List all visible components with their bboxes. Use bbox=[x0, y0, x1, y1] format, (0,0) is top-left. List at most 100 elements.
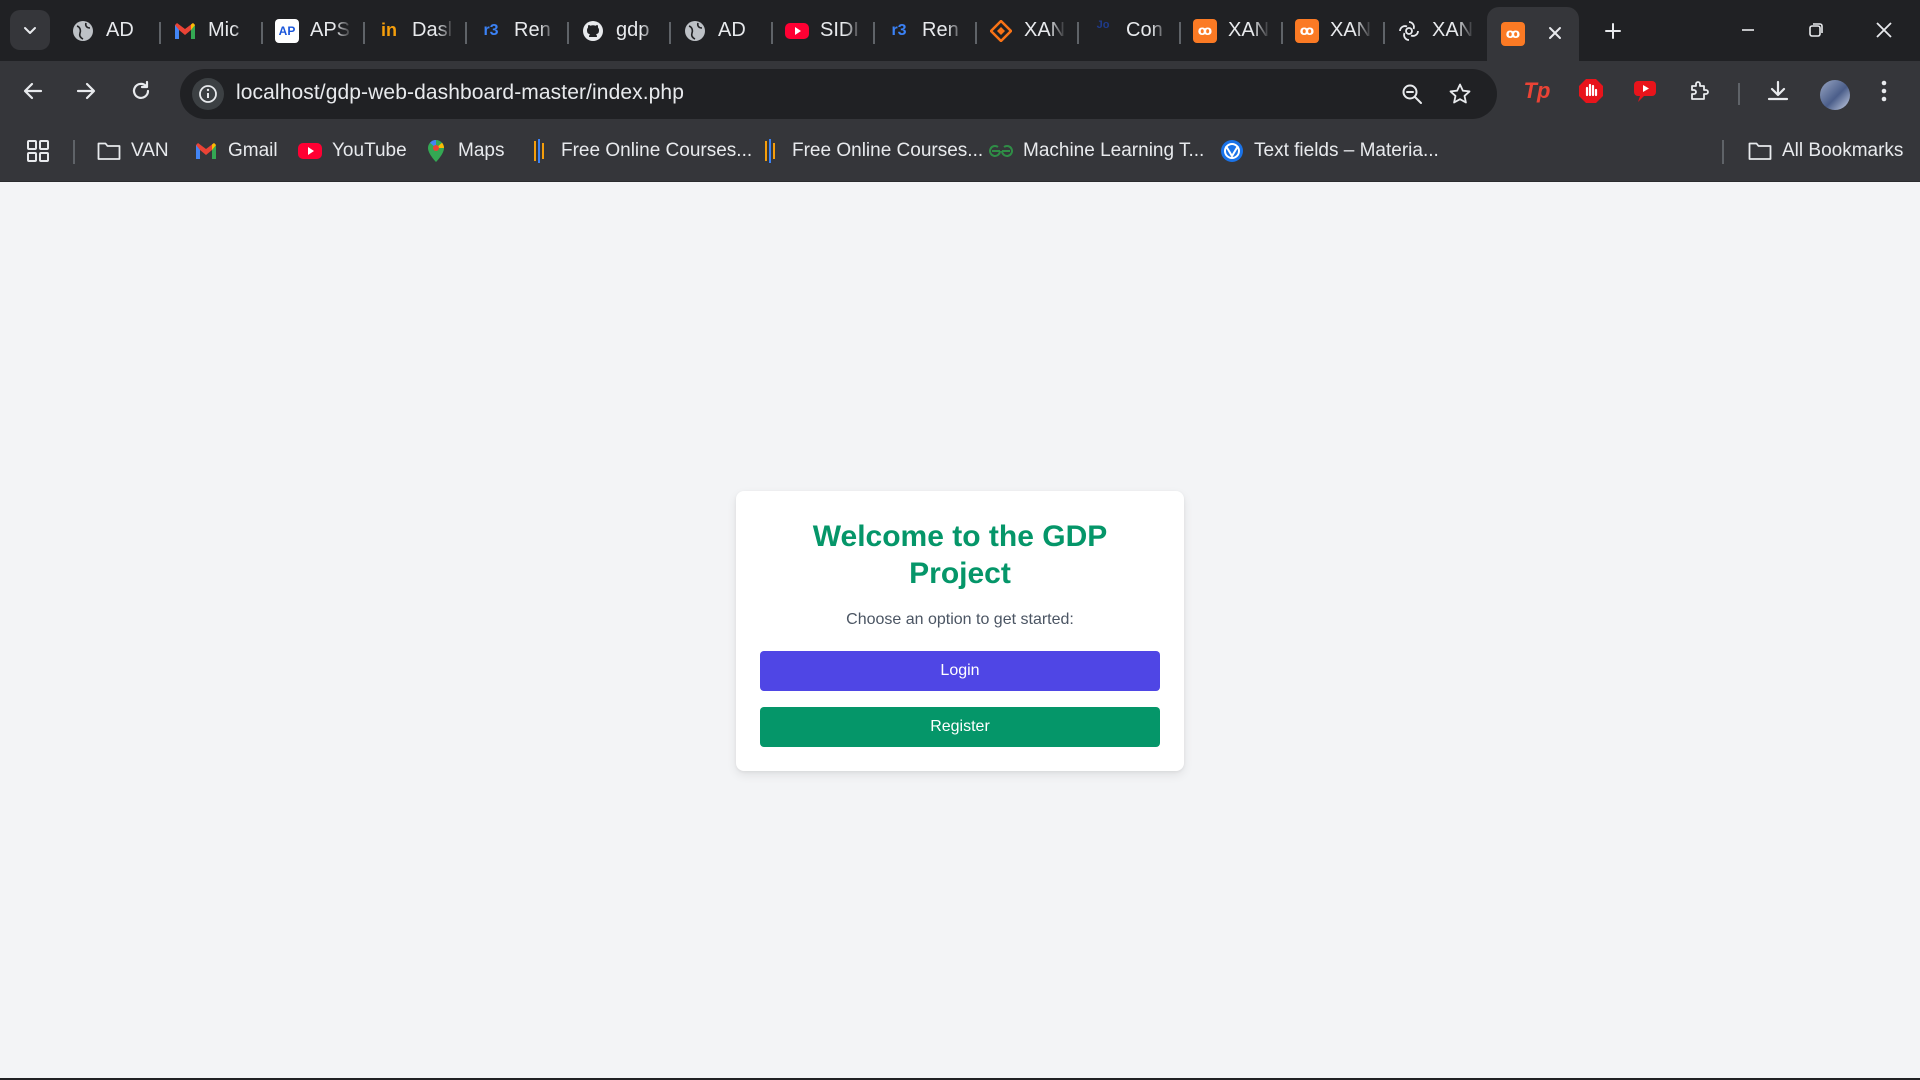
jira-icon: Jo bbox=[1096, 18, 1110, 31]
site-info-icon[interactable] bbox=[192, 78, 224, 110]
bookmark-label: Free Online Courses... bbox=[561, 140, 753, 161]
dashboard-icon: in bbox=[381, 20, 397, 40]
page-title: Welcome to the GDP Project bbox=[812, 520, 1108, 590]
github-icon bbox=[581, 19, 605, 43]
tab[interactable]: r3 Ren bbox=[467, 7, 569, 54]
tab-title: gdp bbox=[616, 19, 650, 41]
bookmark-item[interactable]: Gmail bbox=[194, 135, 278, 167]
tab-strip: AD Mic AP APS in Dasl r3 Ren gdp AD SIDI bbox=[0, 0, 1920, 61]
tab[interactable]: Mic bbox=[161, 7, 263, 54]
xampp-icon: ꝏ bbox=[1193, 18, 1217, 43]
tab[interactable]: ꝏ XAN bbox=[1181, 7, 1283, 54]
all-bookmarks-button[interactable]: All Bookmarks bbox=[1748, 135, 1903, 167]
bookmark-label: Gmail bbox=[228, 140, 278, 161]
openai-icon bbox=[1397, 19, 1421, 43]
bookmark-item[interactable]: Free Online Courses... bbox=[527, 135, 752, 167]
tab-title: AD bbox=[718, 19, 746, 41]
xampp-diamond-icon bbox=[989, 19, 1013, 43]
more-menu-icon[interactable] bbox=[1868, 75, 1900, 107]
bookmark-item[interactable]: Text fields – Materia... bbox=[1220, 135, 1439, 167]
adblock-extension-icon[interactable] bbox=[1575, 75, 1607, 107]
login-button[interactable]: Login bbox=[760, 651, 1160, 691]
youtube-extension-icon[interactable] bbox=[1630, 75, 1662, 107]
folder-icon bbox=[1748, 139, 1772, 163]
bookmark-label: YouTube bbox=[332, 140, 407, 161]
courses-icon bbox=[758, 139, 782, 163]
bookmarks-divider bbox=[1722, 140, 1724, 164]
apps-grid-icon bbox=[27, 140, 49, 162]
tp-extension-icon[interactable]: Tp bbox=[1521, 75, 1553, 107]
forward-button[interactable] bbox=[66, 71, 106, 111]
tab[interactable]: r3 Ren bbox=[875, 7, 977, 54]
bookmarks-divider bbox=[73, 140, 75, 164]
tab-title: Mic bbox=[208, 19, 240, 41]
welcome-card: Welcome to the GDP Project Choose an opt… bbox=[736, 491, 1184, 771]
page-subtitle: Choose an option to get started: bbox=[846, 611, 1074, 628]
bookmark-label: Maps bbox=[458, 140, 505, 161]
arrow-right-icon bbox=[76, 82, 96, 100]
back-button[interactable] bbox=[13, 71, 53, 111]
render-icon: r3 bbox=[483, 21, 499, 39]
register-button[interactable]: Register bbox=[760, 707, 1160, 747]
toolbar-divider bbox=[1738, 83, 1740, 105]
youtube-icon bbox=[785, 19, 809, 43]
plus-icon bbox=[1605, 23, 1621, 39]
arrow-left-icon bbox=[23, 82, 43, 100]
reload-button[interactable] bbox=[121, 71, 161, 111]
bookmark-item[interactable]: VAN bbox=[97, 135, 169, 167]
tab-title: Ren bbox=[514, 19, 551, 41]
close-window-button[interactable] bbox=[1864, 12, 1904, 48]
tab[interactable]: in Dasl bbox=[365, 7, 467, 54]
tab-title: SIDI bbox=[820, 19, 859, 41]
profile-avatar[interactable] bbox=[1820, 80, 1850, 110]
zoom-icon[interactable] bbox=[1397, 79, 1427, 109]
restore-button[interactable] bbox=[1796, 12, 1836, 48]
reload-icon bbox=[132, 80, 150, 99]
folder-icon bbox=[97, 139, 121, 163]
close-tab-icon[interactable] bbox=[1543, 21, 1567, 45]
new-tab-button[interactable] bbox=[1597, 15, 1629, 47]
bookmarks-bar: VAN Gmail YouTube Maps Free Online Cours… bbox=[0, 121, 1920, 182]
tab[interactable]: AD bbox=[671, 7, 773, 54]
tab[interactable]: Jo Con bbox=[1079, 7, 1181, 54]
render-icon: r3 bbox=[891, 21, 907, 39]
tab-active[interactable]: ꝏ bbox=[1487, 7, 1579, 61]
address-bar[interactable]: localhost/gdp-web-dashboard-master/index… bbox=[180, 69, 1497, 119]
youtube-icon bbox=[298, 139, 322, 163]
tab-title: XAN bbox=[1024, 19, 1066, 41]
tab[interactable]: SIDI bbox=[773, 7, 875, 54]
all-bookmarks-label: All Bookmarks bbox=[1782, 140, 1904, 161]
tab-title: XAN bbox=[1432, 19, 1474, 41]
apps-button[interactable] bbox=[26, 135, 50, 167]
close-icon bbox=[1876, 22, 1892, 38]
bookmark-label: Free Online Courses... bbox=[792, 140, 984, 161]
tab[interactable]: AP APS bbox=[263, 7, 365, 54]
tab[interactable]: XAN bbox=[1385, 7, 1487, 54]
bookmark-item[interactable]: YouTube bbox=[298, 135, 407, 167]
tab[interactable]: XAN bbox=[977, 7, 1079, 54]
tab-title: Ren bbox=[922, 19, 959, 41]
maps-icon bbox=[424, 139, 448, 163]
tab-title: Con bbox=[1126, 19, 1163, 41]
browser-toolbar: localhost/gdp-web-dashboard-master/index… bbox=[0, 61, 1920, 121]
tab[interactable]: ꝏ XAN bbox=[1283, 7, 1385, 54]
bookmark-label: VAN bbox=[131, 140, 169, 161]
chevron-down-icon bbox=[24, 27, 36, 34]
bookmark-item[interactable]: Machine Learning T... bbox=[989, 135, 1204, 167]
tab[interactable]: AD bbox=[59, 7, 161, 54]
page-viewport: Welcome to the GDP Project Choose an opt… bbox=[0, 182, 1920, 1078]
material-icon bbox=[1220, 139, 1244, 163]
bookmark-item[interactable]: Maps bbox=[424, 135, 504, 167]
url-text[interactable]: localhost/gdp-web-dashboard-master/index… bbox=[236, 81, 684, 105]
tab-search-button[interactable] bbox=[10, 10, 50, 50]
bookmark-item[interactable]: Free Online Courses... bbox=[758, 135, 983, 167]
tab[interactable]: gdp bbox=[569, 7, 671, 54]
download-icon[interactable] bbox=[1762, 75, 1794, 107]
minimize-button[interactable] bbox=[1728, 12, 1768, 48]
restore-icon bbox=[1809, 23, 1823, 37]
tab-title: AD bbox=[106, 19, 134, 41]
tab-list: AD Mic AP APS in Dasl r3 Ren gdp AD SIDI bbox=[59, 7, 1579, 61]
bookmark-star-icon[interactable] bbox=[1445, 79, 1475, 109]
extensions-puzzle-icon[interactable] bbox=[1684, 75, 1716, 107]
aps-icon: AP bbox=[275, 18, 299, 43]
